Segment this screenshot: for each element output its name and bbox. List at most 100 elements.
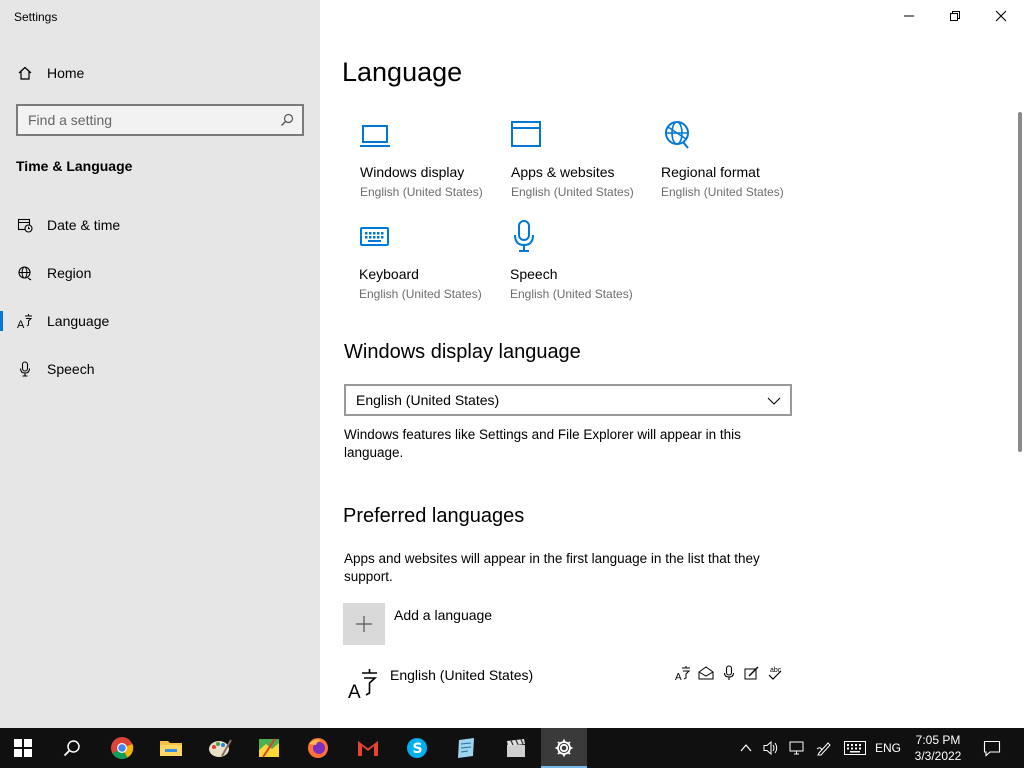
tile-value: English (United States) — [510, 287, 633, 301]
start-icon — [14, 739, 32, 757]
preferred-languages-description: Apps and websites will appear in the fir… — [344, 551, 760, 584]
sidebar-item-date-time[interactable]: Date & time — [0, 205, 320, 245]
pen-workspace-button[interactable] — [812, 728, 836, 768]
close-button[interactable] — [978, 0, 1024, 32]
pen-icon — [816, 742, 831, 756]
tile-speech[interactable]: Speech English (United States) — [510, 220, 660, 310]
notepad-icon — [458, 738, 474, 758]
settings-taskbar-button[interactable] — [541, 728, 587, 768]
svg-text:S: S — [413, 741, 423, 757]
search-icon — [63, 740, 80, 757]
skype-taskbar-button[interactable]: S — [394, 728, 440, 768]
input-language-button[interactable]: ENG — [872, 728, 904, 768]
start-button[interactable] — [0, 728, 46, 768]
keyboard-icon — [359, 220, 393, 254]
globe-icon — [17, 265, 33, 281]
restore-button[interactable] — [932, 0, 978, 32]
volume-button[interactable] — [759, 728, 783, 768]
scrollbar[interactable] — [1018, 112, 1022, 452]
gmail-taskbar-button[interactable] — [345, 728, 391, 768]
search-input[interactable] — [18, 106, 278, 134]
browser-window-icon — [511, 118, 545, 152]
notepad-taskbar-button[interactable] — [443, 728, 489, 768]
close-icon — [995, 10, 1007, 22]
tile-apps-websites[interactable]: Apps & websites English (United States) — [511, 118, 661, 208]
restore-icon — [950, 11, 960, 21]
maps-taskbar-button[interactable] — [246, 728, 292, 768]
file-explorer-taskbar-button[interactable] — [148, 728, 194, 768]
svg-text:A: A — [17, 319, 25, 329]
skype-icon: S — [407, 738, 427, 758]
plus-icon — [343, 603, 385, 645]
file-explorer-icon — [160, 741, 182, 756]
sidebar-item-language[interactable]: A Language — [0, 301, 320, 341]
sidebar-item-region[interactable]: Region — [0, 253, 320, 293]
sidebar-item-label: Home — [47, 65, 85, 81]
microphone-icon — [17, 361, 33, 377]
tile-name: Apps & websites — [511, 164, 615, 180]
spell-check-icon: abc — [767, 665, 783, 681]
language-icon: A — [347, 668, 379, 703]
microphone-icon — [510, 220, 544, 254]
volume-icon — [763, 740, 778, 756]
tile-regional-format[interactable]: Regional format English (United States) — [661, 118, 811, 208]
sidebar: Settings Home Time & Language Date & tim… — [0, 0, 320, 728]
svg-text:A: A — [348, 682, 361, 700]
tile-value: English (United States) — [359, 287, 482, 301]
clock[interactable]: 7:05 PM 3/3/2022 — [905, 732, 971, 764]
chrome-taskbar-button[interactable] — [99, 728, 145, 768]
language-list-item[interactable]: A English (United States) A abc — [343, 660, 793, 710]
display-language-dropdown[interactable]: English (United States) — [344, 384, 792, 416]
minimize-button[interactable] — [886, 0, 932, 32]
firefox-icon — [308, 738, 328, 758]
tile-name: Keyboard — [359, 266, 419, 282]
speech-recognition-icon — [721, 665, 737, 681]
handwriting-icon — [744, 665, 760, 681]
tile-value: English (United States) — [511, 185, 634, 199]
home-icon — [17, 65, 33, 81]
svg-text:A: A — [675, 672, 682, 681]
network-icon — [789, 741, 804, 755]
tile-windows-display[interactable]: Windows display English (United States) — [360, 118, 510, 208]
tile-value: English (United States) — [661, 185, 784, 199]
display-language-heading: Windows display language — [344, 341, 581, 363]
language-name: English (United States) — [390, 667, 534, 683]
display-language-icon: A — [675, 665, 691, 683]
sidebar-item-label: Date & time — [47, 217, 121, 233]
svg-text:abc: abc — [770, 667, 782, 674]
action-center-button[interactable] — [978, 728, 1006, 768]
chevron-down-icon — [766, 393, 782, 409]
taskbar-search-button[interactable] — [49, 728, 95, 768]
gmail-icon — [358, 741, 378, 756]
minimize-icon — [904, 15, 914, 17]
monitor-icon — [360, 118, 394, 152]
clock-time: 7:05 PM — [915, 733, 961, 747]
paint-icon — [209, 739, 232, 757]
show-hidden-icons-button[interactable] — [736, 728, 756, 768]
add-language-button[interactable]: Add a language — [343, 603, 593, 645]
tile-value: English (United States) — [360, 185, 483, 199]
paint-taskbar-button[interactable] — [197, 728, 243, 768]
sidebar-item-home[interactable]: Home — [0, 53, 320, 93]
sidebar-item-label: Speech — [47, 361, 95, 377]
maps-icon — [259, 738, 279, 758]
tile-name: Windows display — [360, 164, 465, 180]
text-to-speech-icon — [698, 665, 714, 681]
sidebar-item-speech[interactable]: Speech — [0, 349, 320, 389]
chevron-up-icon — [740, 744, 752, 752]
language-icon: A — [17, 313, 33, 329]
page-title: Language — [342, 57, 463, 87]
firefox-taskbar-button[interactable] — [295, 728, 341, 768]
network-button[interactable] — [785, 728, 809, 768]
tile-name: Regional format — [661, 164, 760, 180]
preferred-languages-heading: Preferred languages — [343, 505, 525, 527]
chrome-icon — [111, 737, 134, 759]
taskbar: S ENG 7:05 PM 3/3/2022 — [0, 728, 1024, 768]
tile-keyboard[interactable]: Keyboard English (United States) — [359, 220, 509, 310]
input-language-label: ENG — [874, 741, 901, 755]
search-icon[interactable] — [280, 113, 294, 127]
touch-keyboard-button[interactable] — [841, 728, 869, 768]
dropdown-value: English (United States) — [356, 392, 500, 408]
search-field[interactable] — [16, 104, 304, 136]
video-editor-taskbar-button[interactable] — [493, 728, 539, 768]
